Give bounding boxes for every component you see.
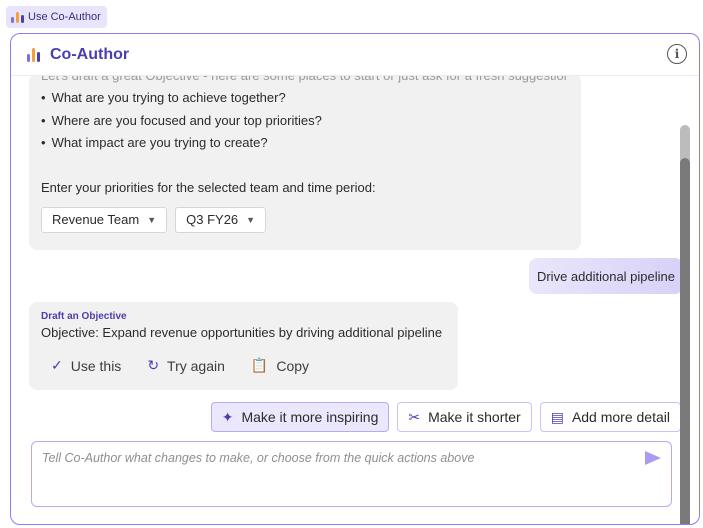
draft-objective-text: Objective: Expand revenue opportunities … <box>41 325 443 340</box>
guidance-list: What are you trying to achieve together?… <box>41 87 569 155</box>
message-input[interactable]: Tell Co-Author what changes to make, or … <box>31 441 672 507</box>
refresh-icon: ↻ <box>147 357 160 373</box>
list-item: Where are you focused and your top prior… <box>41 110 569 133</box>
list-item: What are you trying to achieve together? <box>41 87 569 110</box>
draft-actions: ✓ Use this ↻ Try again 📋 Copy <box>41 357 446 374</box>
period-select[interactable]: Q3 FY26 ▼ <box>175 207 267 233</box>
chevron-down-icon: ▼ <box>246 214 256 225</box>
draft-objective-card: Draft an Objective Objective: Expand rev… <box>29 302 458 390</box>
chevron-down-icon: ▼ <box>147 214 157 225</box>
panel-header: Co-Author i <box>11 34 699 76</box>
document-icon: ▤ <box>550 408 564 425</box>
coauthor-panel: Co-Author i Let's draft a great Objectiv… <box>10 33 700 525</box>
scissors-icon: ✂ <box>408 408 421 425</box>
use-this-label: Use this <box>70 357 122 374</box>
truncated-intro-text: Let's draft a great Objective - here are… <box>41 76 569 87</box>
message-input-placeholder: Tell Co-Author what changes to make, or … <box>42 451 475 465</box>
assistant-message: Let's draft a great Objective - here are… <box>29 76 581 250</box>
copy-button[interactable]: 📋 Copy <box>251 357 309 374</box>
draft-label: Draft an Objective <box>41 311 127 322</box>
send-icon[interactable] <box>645 451 661 465</box>
priorities-prompt: Enter your priorities for the selected t… <box>41 179 376 195</box>
quick-actions: ✦ Make it more inspiring ✂ Make it short… <box>210 402 681 432</box>
chat-thread: Let's draft a great Objective - here are… <box>11 76 687 524</box>
list-item: What impact are you trying to create? <box>41 132 569 155</box>
scrollbar-thumb[interactable] <box>680 158 690 524</box>
add-more-detail-button[interactable]: ▤ Add more detail <box>539 402 681 432</box>
make-shorter-button[interactable]: ✂ Make it shorter <box>397 402 532 432</box>
team-select-value: Revenue Team <box>52 211 140 227</box>
use-coauthor-button[interactable]: Use Co-Author <box>6 6 107 28</box>
coauthor-logo-icon <box>11 11 24 23</box>
copy-label: Copy <box>276 357 310 374</box>
try-again-button[interactable]: ↻ Try again <box>147 357 225 374</box>
use-coauthor-label: Use Co-Author <box>28 11 101 23</box>
try-again-label: Try again <box>167 357 225 374</box>
info-icon[interactable]: i <box>667 44 687 64</box>
make-more-inspiring-label: Make it more inspiring <box>241 409 379 425</box>
user-message: Drive additional pipeline <box>528 258 683 294</box>
clipboard-icon: 📋 <box>250 357 269 373</box>
add-more-detail-label: Add more detail <box>571 409 670 425</box>
priority-selectors: Revenue Team ▼ Q3 FY26 ▼ <box>41 207 569 233</box>
coauthor-logo-icon <box>27 47 40 62</box>
use-this-button[interactable]: ✓ Use this <box>51 357 121 374</box>
team-select[interactable]: Revenue Team ▼ <box>41 207 168 233</box>
panel-title: Co-Author <box>50 45 130 63</box>
period-select-value: Q3 FY26 <box>186 211 239 227</box>
make-shorter-label: Make it shorter <box>428 409 521 425</box>
sparkle-icon: ✦ <box>221 408 234 425</box>
check-icon: ✓ <box>51 357 63 373</box>
make-more-inspiring-button[interactable]: ✦ Make it more inspiring <box>210 402 390 432</box>
